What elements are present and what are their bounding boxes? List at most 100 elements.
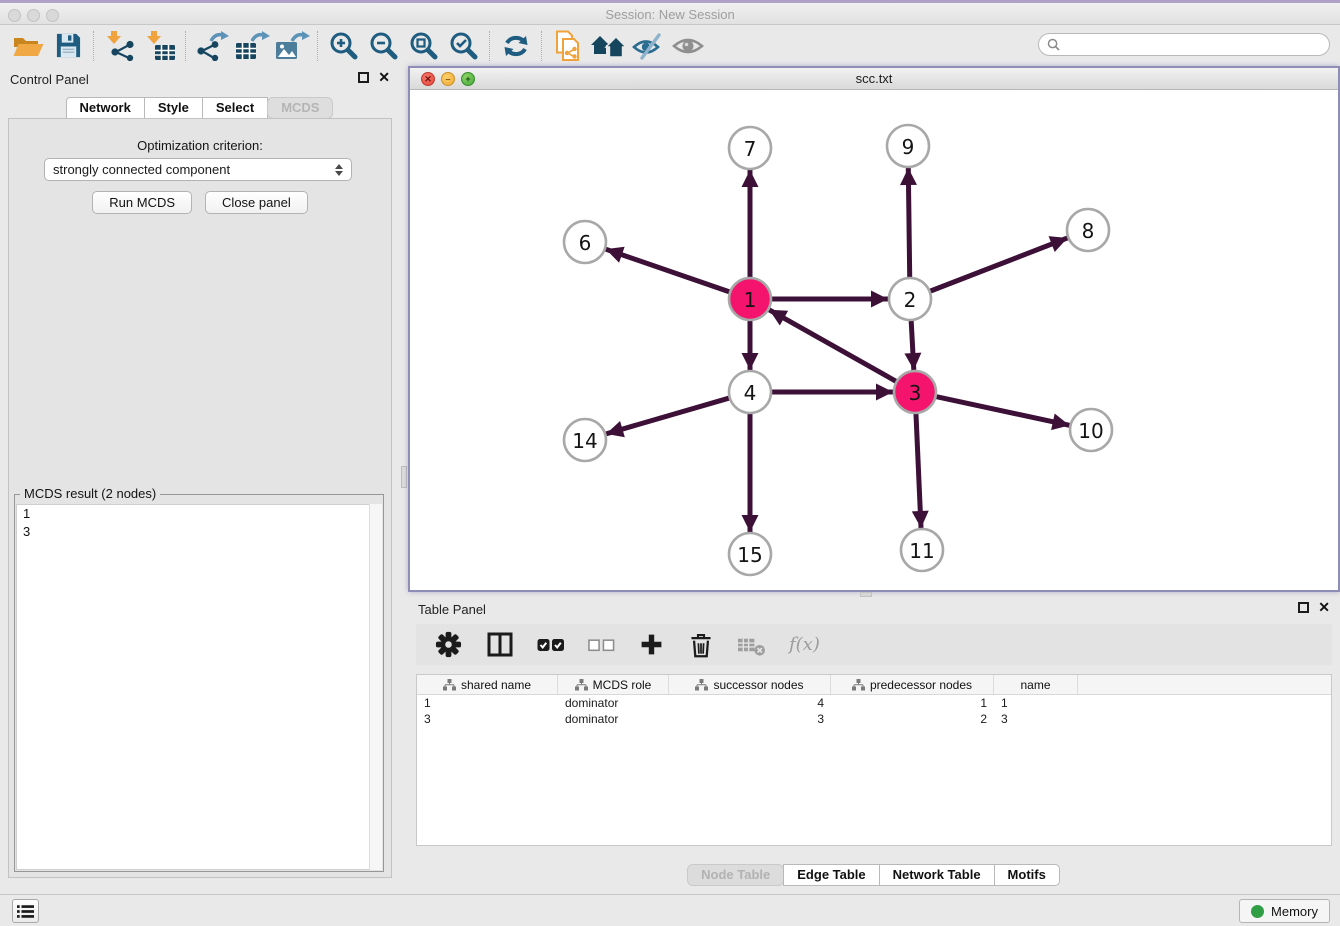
- zoom-selected-button[interactable]: [444, 28, 484, 64]
- table-cell: 3: [417, 711, 558, 727]
- open-session-button[interactable]: [8, 28, 48, 64]
- save-session-button[interactable]: [48, 28, 88, 64]
- search-box[interactable]: [1038, 33, 1330, 56]
- tab-select[interactable]: Select: [202, 97, 268, 119]
- graph-edge-3-11[interactable]: [916, 411, 921, 528]
- eye-slash-button[interactable]: [628, 28, 668, 64]
- hierarchy-icon: [575, 679, 588, 691]
- delete-icon[interactable]: [688, 631, 714, 659]
- graph-edge-3-1[interactable]: [769, 310, 898, 383]
- memory-label: Memory: [1271, 904, 1318, 919]
- column-header-shared-name[interactable]: shared name: [417, 675, 558, 694]
- column-header-predecessor-nodes[interactable]: predecessor nodes: [831, 675, 994, 694]
- graph-edge-2-3[interactable]: [911, 318, 914, 370]
- graph-node-7[interactable]: 7: [729, 127, 771, 169]
- tab-network-table[interactable]: Network Table: [879, 864, 995, 886]
- graph-node-14[interactable]: 14: [564, 419, 606, 461]
- run-mcds-button[interactable]: Run MCDS: [92, 191, 192, 214]
- graph-node-label: 6: [579, 231, 592, 255]
- graph-node-label: 15: [737, 543, 762, 567]
- toolbar-separator: [489, 31, 491, 61]
- network-canvas[interactable]: 1 2 3 4 6 7 8 9 10 11 14 15: [410, 90, 1338, 590]
- column-header-successor-nodes[interactable]: successor nodes: [669, 675, 831, 694]
- save-session-icon: [55, 32, 82, 59]
- graph-node-4[interactable]: 4: [729, 371, 771, 413]
- graph-edge-2-8[interactable]: [928, 238, 1068, 292]
- graph-node-6[interactable]: 6: [564, 221, 606, 263]
- close-panel-icon[interactable]: ✕: [1318, 602, 1330, 613]
- import-network-icon: [103, 31, 137, 61]
- tab-style[interactable]: Style: [144, 97, 203, 119]
- close-panel-button[interactable]: Close panel: [205, 191, 308, 214]
- document-share-button[interactable]: [548, 28, 588, 64]
- graph-node-label: 9: [902, 135, 915, 159]
- graph-node-11[interactable]: 11: [901, 529, 943, 571]
- tab-mcds[interactable]: MCDS: [267, 97, 333, 119]
- memory-button[interactable]: Memory: [1239, 899, 1330, 923]
- zoom-fit-button[interactable]: [404, 28, 444, 64]
- settings-gear-icon[interactable]: [434, 630, 463, 659]
- list-icon: [17, 904, 34, 919]
- splitter-grip[interactable]: [401, 466, 407, 488]
- eye-button[interactable]: [668, 28, 708, 64]
- float-panel-icon[interactable]: [1298, 602, 1309, 613]
- app-title: Session: New Session: [0, 7, 1340, 22]
- document-share-icon: [553, 30, 583, 62]
- graph-edge-3-10[interactable]: [934, 396, 1070, 425]
- close-panel-icon[interactable]: ✕: [378, 72, 390, 83]
- export-network-button[interactable]: [192, 28, 232, 64]
- zoom-out-button[interactable]: [364, 28, 404, 64]
- tab-edge-table[interactable]: Edge Table: [783, 864, 879, 886]
- deselect-all-icon[interactable]: [588, 631, 615, 659]
- tab-motifs[interactable]: Motifs: [994, 864, 1060, 886]
- graph-node-label: 1: [744, 288, 757, 312]
- toolbar-separator: [317, 31, 319, 61]
- vertical-splitter[interactable]: [400, 66, 408, 894]
- task-history-button[interactable]: [12, 899, 39, 923]
- function-builder-icon[interactable]: f(x): [789, 634, 820, 655]
- graph-node-1[interactable]: 1: [729, 278, 771, 320]
- graph-node-15[interactable]: 15: [729, 533, 771, 575]
- import-table-button[interactable]: [140, 28, 180, 64]
- graph-node-label: 11: [909, 539, 934, 563]
- graph-node-8[interactable]: 8: [1067, 209, 1109, 251]
- table-cell: 1: [417, 695, 558, 711]
- graph-edge-4-14[interactable]: [606, 397, 732, 434]
- zoom-in-button[interactable]: [324, 28, 364, 64]
- search-input[interactable]: [1065, 37, 1321, 52]
- graph-node-label: 3: [909, 381, 922, 405]
- graph-node-10[interactable]: 10: [1070, 409, 1112, 451]
- table-panel-tabs: Node TableEdge TableNetwork TableMotifs: [408, 864, 1340, 886]
- graph-node-label: 14: [572, 429, 597, 453]
- graph-edge-1-6[interactable]: [606, 249, 732, 293]
- optimization-criterion-select[interactable]: strongly connected component: [44, 158, 352, 181]
- column-header-mcds-role[interactable]: MCDS role: [558, 675, 669, 694]
- table-row[interactable]: 3dominator323: [417, 711, 1331, 727]
- memory-status-icon: [1251, 905, 1264, 918]
- tab-network[interactable]: Network: [66, 97, 145, 119]
- select-all-icon[interactable]: [537, 631, 565, 659]
- double-house-button[interactable]: [588, 28, 628, 64]
- network-window-titlebar[interactable]: ✕ – + scc.txt: [410, 68, 1338, 90]
- split-view-icon[interactable]: [486, 631, 514, 659]
- export-table-button[interactable]: [232, 28, 272, 64]
- import-table-icon: [143, 31, 177, 61]
- mcds-result-list[interactable]: 13: [16, 504, 382, 870]
- graph-node-2[interactable]: 2: [889, 278, 931, 320]
- graph-node-9[interactable]: 9: [887, 125, 929, 167]
- tab-node-table[interactable]: Node Table: [687, 864, 784, 886]
- table-row[interactable]: 1dominator411: [417, 695, 1331, 711]
- result-scrollbar[interactable]: [369, 504, 382, 870]
- zoom-fit-icon: [408, 30, 440, 62]
- export-image-button[interactable]: [272, 28, 312, 64]
- table-cell: 2: [831, 711, 994, 727]
- graph-edge-2-9[interactable]: [908, 168, 909, 280]
- column-header-name[interactable]: name: [994, 675, 1078, 694]
- import-network-button[interactable]: [100, 28, 140, 64]
- graph-node-3[interactable]: 3: [894, 371, 936, 413]
- add-column-icon[interactable]: [638, 631, 665, 658]
- optimization-criterion-label: Optimization criterion:: [0, 138, 400, 153]
- refresh-button[interactable]: [496, 28, 536, 64]
- float-panel-icon[interactable]: [358, 72, 369, 83]
- delete-table-icon[interactable]: [737, 632, 766, 658]
